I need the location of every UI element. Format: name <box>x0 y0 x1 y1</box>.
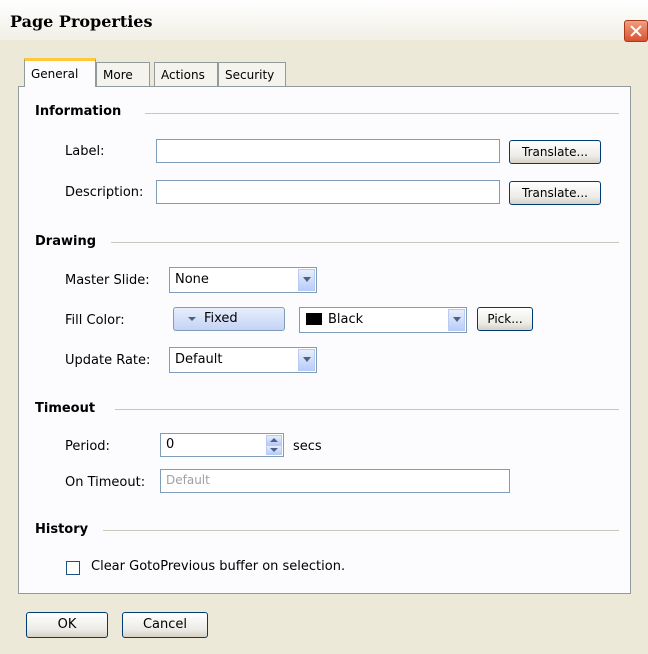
fill-color-value: Black <box>328 312 364 327</box>
description-field-label: Description: <box>65 185 144 200</box>
update-rate-value: Default <box>175 352 223 367</box>
master-slide-label: Master Slide: <box>65 273 150 288</box>
dialog-title: Page Properties <box>10 12 153 31</box>
information-divider <box>145 113 619 114</box>
timeout-divider <box>115 409 619 410</box>
drawing-heading: Drawing <box>35 234 97 249</box>
title-bar[interactable]: Page Properties <box>0 0 648 42</box>
history-divider <box>103 530 619 531</box>
clear-buffer-label[interactable]: Clear GotoPrevious buffer on selection. <box>91 559 345 574</box>
timeout-heading: Timeout <box>35 401 96 416</box>
fill-mode-label: Fixed <box>204 311 238 326</box>
description-input[interactable] <box>156 180 500 204</box>
period-spinner[interactable]: 0 <box>160 433 284 457</box>
label-input[interactable] <box>156 139 500 163</box>
clear-buffer-checkbox[interactable] <box>66 561 80 575</box>
dropdown-arrow-icon <box>188 317 196 321</box>
period-value: 0 <box>166 437 175 452</box>
spin-down-icon[interactable] <box>266 445 282 455</box>
ok-button[interactable]: OK <box>26 612 108 638</box>
information-heading: Information <box>35 104 122 119</box>
drawing-divider <box>111 242 619 243</box>
pick-color-button[interactable]: Pick... <box>477 307 533 331</box>
spin-up-icon[interactable] <box>266 435 282 445</box>
tab-actions[interactable]: Actions <box>154 62 218 86</box>
color-swatch <box>306 313 322 325</box>
period-label: Period: <box>65 439 110 454</box>
cancel-button[interactable]: Cancel <box>122 612 208 638</box>
description-translate-button[interactable]: Translate... <box>509 181 601 205</box>
fill-color-label: Fill Color: <box>65 313 125 328</box>
chevron-down-icon[interactable] <box>298 349 315 371</box>
fill-mode-button[interactable]: Fixed <box>173 307 285 331</box>
fill-color-select[interactable]: Black <box>299 307 467 333</box>
chevron-down-icon[interactable] <box>298 269 315 291</box>
general-tab-panel: Information Label: Translate... Descript… <box>18 86 631 594</box>
tab-more[interactable]: More <box>96 62 150 86</box>
on-timeout-label: On Timeout: <box>65 475 146 490</box>
page-properties-dialog: Page Properties General More Actions Sec… <box>0 0 648 654</box>
chevron-down-icon[interactable] <box>448 309 465 331</box>
period-unit: secs <box>293 439 322 454</box>
history-heading: History <box>35 522 89 537</box>
master-slide-select[interactable]: None <box>169 267 317 293</box>
label-translate-button[interactable]: Translate... <box>509 140 601 164</box>
on-timeout-field[interactable]: Default <box>160 469 510 493</box>
close-icon[interactable] <box>624 20 648 42</box>
master-slide-value: None <box>175 272 209 287</box>
update-rate-label: Update Rate: <box>65 353 151 368</box>
tab-general[interactable]: General <box>24 58 96 87</box>
update-rate-select[interactable]: Default <box>169 347 317 373</box>
period-stepper <box>266 435 282 455</box>
tab-security[interactable]: Security <box>218 62 286 86</box>
label-field-label: Label: <box>65 144 105 159</box>
